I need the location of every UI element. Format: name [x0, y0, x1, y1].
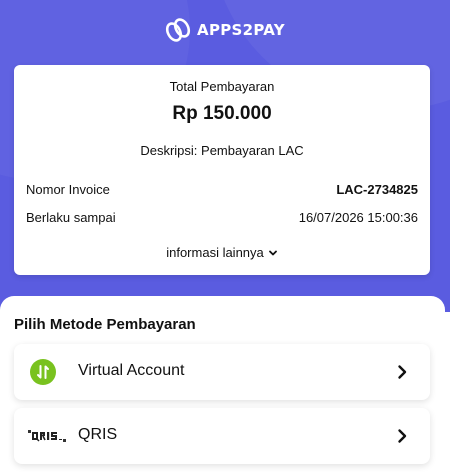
more-info-label: informasi lainnya: [166, 245, 264, 260]
payment-summary-card: Total Pembayaran Rp 150.000 Deskripsi: P…: [14, 65, 430, 275]
virtual-account-icon: [30, 359, 56, 385]
chevron-down-icon: [268, 248, 278, 258]
chevron-right-icon: [394, 428, 410, 444]
invoice-label: Nomor Invoice: [26, 182, 110, 197]
method-virtual-account[interactable]: Virtual Account: [14, 344, 430, 400]
payment-page: APPS2PAY Total Pembayaran Rp 150.000 Des…: [0, 0, 450, 475]
chevron-right-icon: [394, 364, 410, 380]
hero-header: APPS2PAY Total Pembayaran Rp 150.000 Des…: [0, 0, 450, 312]
valid-until-value: 16/07/2026 15:00:36: [298, 210, 418, 225]
total-amount: Rp 150.000: [172, 103, 272, 124]
more-info-toggle[interactable]: informasi lainnya: [14, 245, 430, 260]
payment-method-section: Pilih Metode Pembayaran Virtual Account: [0, 296, 445, 475]
brand-name: APPS2PAY: [197, 21, 285, 39]
section-title: Pilih Metode Pembayaran: [14, 316, 196, 333]
valid-until-label: Berlaku sampai: [26, 210, 116, 225]
method-label: Virtual Account: [78, 362, 185, 379]
invoice-row: Nomor Invoice LAC-2734825: [26, 182, 418, 197]
apps2pay-logo-icon: [165, 15, 191, 45]
valid-until-row: Berlaku sampai 16/07/2026 15:00:36: [26, 210, 418, 225]
total-label: Total Pembayaran: [169, 79, 275, 94]
method-qris[interactable]: QRIS: [14, 408, 430, 464]
brand-logo: APPS2PAY: [0, 14, 450, 46]
invoice-number: LAC-2734825: [336, 182, 418, 197]
payment-description: Deskripsi: Pembayaran LAC: [140, 143, 304, 158]
method-label: QRIS: [78, 426, 118, 443]
qris-logo-icon: [28, 429, 66, 443]
